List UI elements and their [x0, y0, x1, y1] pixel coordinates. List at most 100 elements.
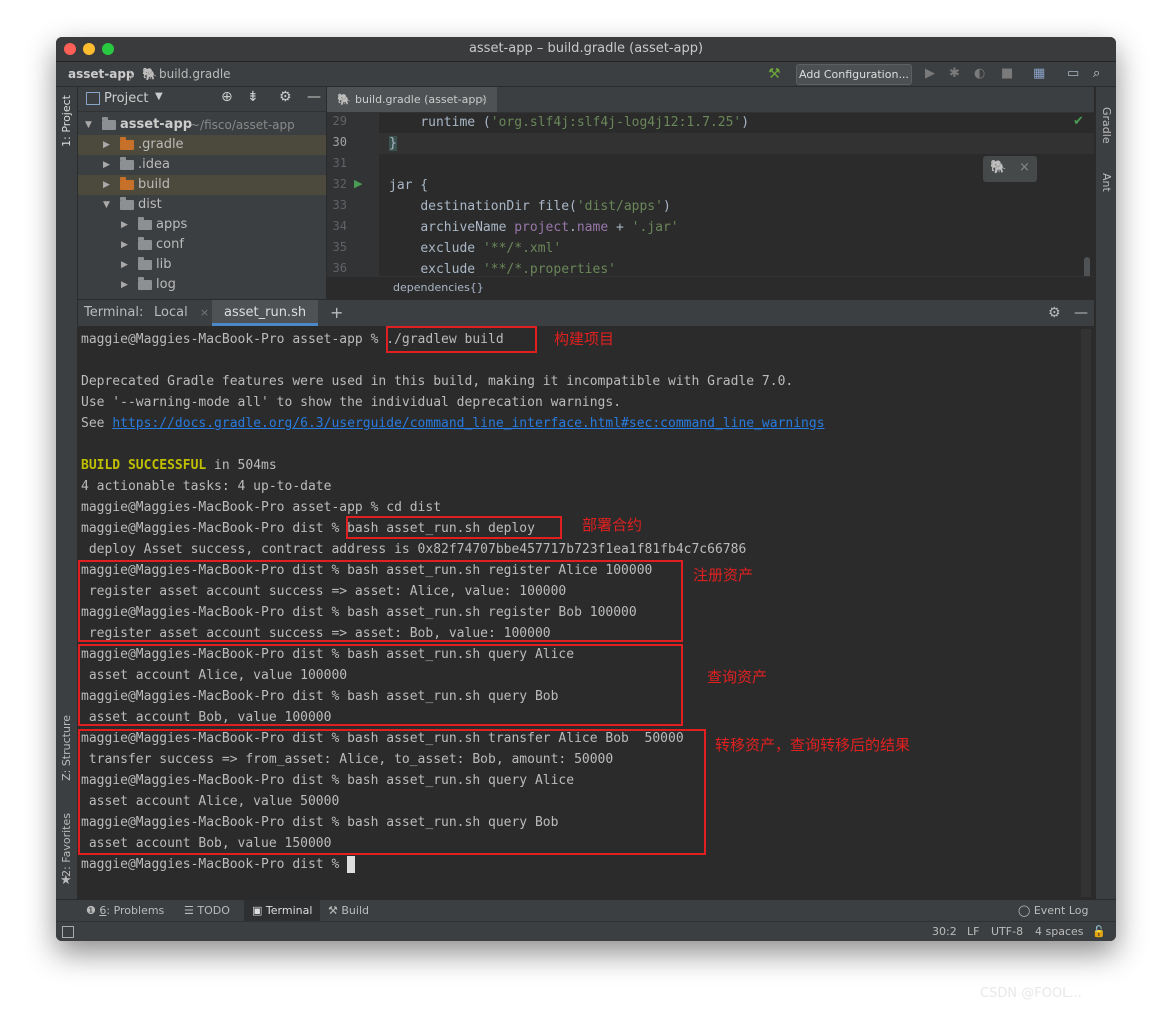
- build-hammer-icon[interactable]: ⚒: [768, 66, 781, 82]
- search-icon[interactable]: ⌕: [1093, 66, 1100, 81]
- annotation-box-build: [386, 326, 537, 353]
- chevron-right-icon[interactable]: ▶: [103, 155, 110, 175]
- close-window-button[interactable]: [64, 43, 76, 55]
- docs-link[interactable]: https://docs.gradle.org/6.3/userguide/co…: [112, 416, 824, 431]
- terminal-line: BUILD SUCCESSFUL in 504ms: [81, 458, 277, 473]
- gradle-reload-icon[interactable]: 🐘: [990, 160, 1006, 175]
- terminal-line: Use '--warning-mode all' to show the ind…: [81, 395, 622, 410]
- tree-item-log[interactable]: ▶ log: [78, 275, 326, 295]
- tree-item-lib[interactable]: ▶ lib: [78, 255, 326, 275]
- close-icon[interactable]: ×: [479, 87, 488, 112]
- close-icon[interactable]: ×: [200, 306, 209, 319]
- editor-tab-bar: 🐘 build.gradle (asset-app) ×: [327, 87, 1094, 113]
- run-icon[interactable]: ▶: [925, 66, 935, 81]
- locate-icon[interactable]: ⊕: [221, 89, 233, 105]
- terminal-line: maggie@Maggies-MacBook-Pro asset-app % c…: [81, 500, 442, 515]
- hide-panel-icon[interactable]: —: [1074, 300, 1088, 326]
- indent-setting[interactable]: 4 spaces: [1035, 922, 1084, 941]
- terminal-window-icon[interactable]: ▭: [1067, 66, 1079, 81]
- terminal-scrollbar[interactable]: [1081, 329, 1091, 897]
- terminal-tab-local[interactable]: Local ×: [148, 300, 210, 326]
- tool-window-bar: ❶ 6: Problems ☰ TODO ▣ Terminal ⚒ Build …: [56, 899, 1116, 922]
- folder-icon: [120, 177, 134, 190]
- code-line-36: exclude '**/*.properties': [420, 262, 616, 276]
- code-line-35: exclude '**/*.xml': [420, 241, 562, 256]
- coverage-icon[interactable]: ◐: [974, 66, 985, 81]
- build-tool-button[interactable]: ⚒ Build: [328, 900, 369, 922]
- tree-item-dist[interactable]: ▼ dist: [78, 195, 326, 215]
- line-number: 36: [332, 261, 347, 275]
- todo-tool-button[interactable]: ☰ TODO: [184, 900, 230, 922]
- folder-icon: [138, 257, 152, 270]
- tree-item-conf[interactable]: ▶ conf: [78, 235, 326, 255]
- terminal-tab-asset-run[interactable]: asset_run.sh ×: [212, 300, 318, 345]
- event-log-button[interactable]: ◯ Event Log: [1018, 900, 1088, 922]
- chevron-right-icon[interactable]: ▶: [103, 135, 110, 155]
- tree-root-asset-app[interactable]: ▼ asset-app ~/fisco/asset-app: [78, 115, 326, 135]
- close-icon[interactable]: ×: [1019, 160, 1030, 175]
- chevron-right-icon[interactable]: ▶: [103, 175, 110, 195]
- line-separator[interactable]: LF: [967, 922, 979, 941]
- tool-windows-toggle-icon[interactable]: [62, 926, 74, 938]
- hide-panel-icon[interactable]: —: [307, 89, 321, 105]
- caret-position[interactable]: 30:2: [932, 922, 957, 941]
- folder-icon: [120, 197, 134, 210]
- favorites-tool-button[interactable]: 2: Favorites: [60, 813, 73, 877]
- gradle-reload-popup[interactable]: 🐘 ×: [983, 156, 1037, 182]
- tree-item-apps[interactable]: ▶ apps: [78, 215, 326, 235]
- breadcrumb-item[interactable]: dependencies{}: [393, 281, 484, 294]
- terminal-tab-label: Local: [154, 305, 188, 320]
- terminal-label: Terminal:: [84, 305, 144, 320]
- lock-icon[interactable]: 🔓: [1092, 922, 1106, 941]
- project-structure-icon[interactable]: ▦: [1033, 66, 1045, 81]
- chevron-right-icon[interactable]: ▶: [121, 235, 128, 255]
- editor-tab-build-gradle[interactable]: 🐘 build.gradle (asset-app) ×: [327, 87, 497, 112]
- tree-item-build[interactable]: ▶ build: [78, 175, 326, 195]
- chevron-down-icon[interactable]: ▼: [155, 91, 163, 102]
- editor-scrollbar[interactable]: [1084, 257, 1090, 276]
- chevron-right-icon[interactable]: ▶: [121, 215, 128, 235]
- chevron-right-icon[interactable]: ▶: [121, 275, 128, 295]
- run-gutter-icon[interactable]: ▶: [354, 177, 362, 190]
- folder-icon: [138, 217, 152, 230]
- gear-icon[interactable]: ⚙: [1048, 300, 1061, 326]
- new-terminal-button[interactable]: +: [330, 300, 343, 326]
- problems-icon: ❶: [86, 904, 96, 917]
- gradle-tool-button[interactable]: Gradle: [1100, 107, 1113, 144]
- chevron-right-icon[interactable]: ▶: [121, 255, 128, 275]
- line-number: 29: [332, 114, 347, 128]
- file-encoding[interactable]: UTF-8: [991, 922, 1023, 941]
- nav-file[interactable]: build.gradle: [159, 67, 231, 81]
- annotation-deploy: 部署合约: [582, 516, 643, 534]
- module-folder-icon: [102, 117, 116, 130]
- star-icon: ★: [60, 873, 72, 888]
- gear-icon[interactable]: ⚙: [279, 89, 292, 105]
- stop-icon[interactable]: ■: [1001, 66, 1013, 81]
- add-configuration-button[interactable]: Add Configuration...: [796, 64, 912, 85]
- tree-item-gradle[interactable]: ▶ .gradle: [78, 135, 326, 155]
- chevron-down-icon[interactable]: ▼: [85, 115, 92, 135]
- project-tool-button[interactable]: 1: Project: [60, 95, 73, 147]
- chevron-down-icon[interactable]: ▼: [103, 195, 110, 215]
- ant-tool-button[interactable]: Ant: [1100, 173, 1113, 192]
- event-log-icon: ◯: [1018, 904, 1031, 917]
- problems-tool-button[interactable]: ❶ 6: Problems: [86, 900, 164, 922]
- tree-item-label: .gradle: [138, 137, 184, 152]
- line-number: 35: [332, 240, 347, 254]
- code-area[interactable]: runtime ('org.slf4j:slf4j-log4j12:1.7.25…: [379, 112, 1094, 276]
- project-view-selector[interactable]: Project: [104, 91, 148, 106]
- project-panel: Project ▼ ⊕ ⇟ ⚙ — ▼ asset-app ~/fisco/as…: [78, 87, 327, 299]
- tree-item-label: .idea: [138, 157, 170, 172]
- hammer-icon: ⚒: [328, 904, 338, 917]
- terminal-line: deploy Asset success, contract address i…: [81, 542, 747, 557]
- zoom-window-button[interactable]: [102, 43, 114, 55]
- folder-icon: [138, 277, 152, 290]
- structure-tool-button[interactable]: Z: Structure: [60, 715, 73, 781]
- debug-icon[interactable]: ✱: [949, 66, 960, 81]
- terminal-tool-button[interactable]: ▣ Terminal: [244, 900, 321, 922]
- terminal-line: maggie@Maggies-MacBook-Pro dist %: [81, 854, 356, 875]
- nav-project[interactable]: asset-app: [68, 67, 135, 81]
- collapse-all-icon[interactable]: ⇟: [247, 89, 259, 105]
- tree-item-idea[interactable]: ▶ .idea: [78, 155, 326, 175]
- minimize-window-button[interactable]: [83, 43, 95, 55]
